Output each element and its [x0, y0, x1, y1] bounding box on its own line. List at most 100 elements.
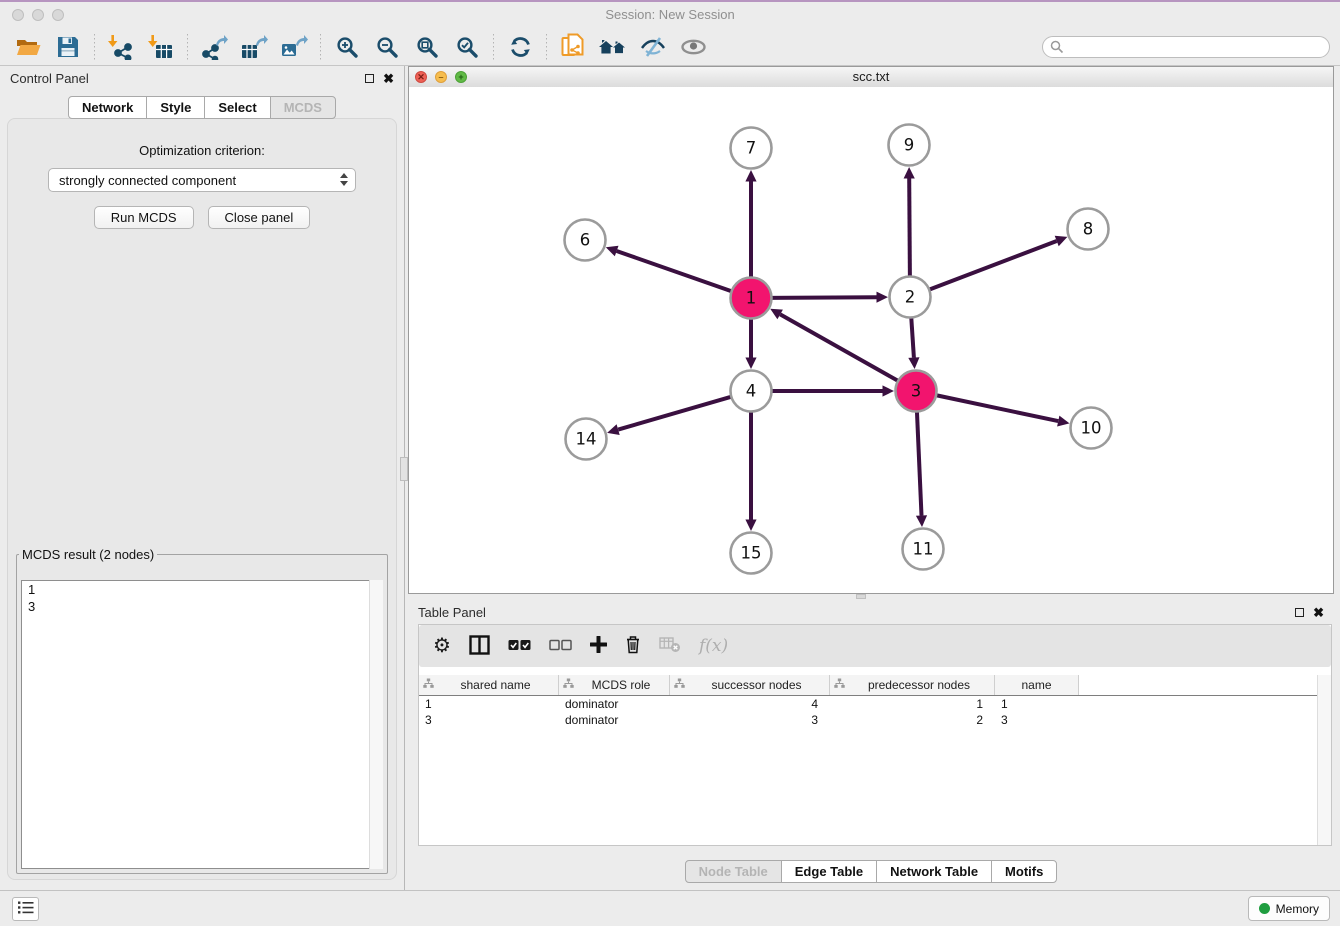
cell-successor-nodes[interactable]: 4	[670, 697, 830, 711]
cell-successor-nodes[interactable]: 3	[670, 713, 830, 727]
home-button[interactable]	[593, 32, 633, 62]
open-session-button[interactable]	[8, 32, 48, 62]
tab-network-table[interactable]: Network Table	[876, 860, 992, 883]
tab-node-table[interactable]: Node Table	[685, 860, 782, 883]
table-row[interactable]: 1dominator411	[419, 696, 1331, 712]
column-header-label: successor nodes	[688, 678, 825, 692]
column-header-label: shared name	[437, 678, 554, 692]
select-all-checkboxes-button[interactable]	[508, 639, 531, 654]
network-view-frame: ✕ – + scc.txt 7968124314101511	[408, 66, 1334, 594]
show-columns-button[interactable]	[469, 635, 490, 658]
close-panel-icon[interactable]: ✖	[1313, 606, 1324, 619]
frame-close-icon[interactable]: ✕	[415, 71, 427, 83]
edge-3-11[interactable]	[917, 411, 922, 516]
plus-icon	[590, 636, 607, 656]
vertical-splitter-handle[interactable]	[400, 457, 408, 481]
delete-column-button[interactable]	[625, 635, 641, 657]
column-header-predecessor-nodes[interactable]: predecessor nodes	[830, 675, 995, 695]
edge-4-14[interactable]	[618, 396, 732, 429]
deselect-all-checkboxes-button[interactable]	[549, 639, 572, 654]
tab-motifs[interactable]: Motifs	[991, 860, 1057, 883]
result-item[interactable]: 3	[22, 598, 382, 615]
float-panel-icon[interactable]	[1295, 608, 1304, 617]
cell-name[interactable]: 3	[995, 713, 1079, 727]
cell-mcds-role[interactable]: dominator	[559, 713, 670, 727]
frame-minimize-icon[interactable]: –	[435, 71, 447, 83]
edge-arrowhead	[606, 246, 619, 256]
tab-style[interactable]: Style	[146, 96, 205, 119]
graph-node-label: 8	[1083, 220, 1094, 239]
criterion-select[interactable]: strongly connected component	[48, 168, 356, 192]
network-canvas[interactable]: 7968124314101511	[409, 87, 1333, 593]
tab-select[interactable]: Select	[204, 96, 270, 119]
toolbar-separator	[320, 34, 321, 60]
export-image-button[interactable]	[274, 32, 314, 62]
mcds-result-list[interactable]: 13	[21, 580, 383, 869]
cell-name[interactable]: 1	[995, 697, 1079, 711]
edge-2-8[interactable]	[928, 241, 1056, 290]
window-title: Session: New Session	[0, 7, 1340, 22]
tab-edge-table[interactable]: Edge Table	[781, 860, 877, 883]
edge-2-3[interactable]	[911, 317, 914, 358]
add-column-button[interactable]	[590, 636, 607, 656]
table-row[interactable]: 3dominator323	[419, 712, 1331, 728]
result-item[interactable]: 1	[22, 581, 382, 598]
column-header-successor-nodes[interactable]: successor nodes	[670, 675, 830, 695]
close-panel-button[interactable]: Close panel	[208, 206, 311, 229]
table-options-button[interactable]: ⚙	[433, 636, 451, 656]
import-table-button[interactable]	[141, 32, 181, 62]
tab-network[interactable]: Network	[68, 96, 147, 119]
apply-layout-button[interactable]	[500, 32, 540, 62]
cell-shared-name[interactable]: 1	[419, 697, 559, 711]
search-icon	[1050, 40, 1064, 59]
export-table-button[interactable]	[234, 32, 274, 62]
cell-mcds-role[interactable]: dominator	[559, 697, 670, 711]
delete-table-button[interactable]	[659, 636, 681, 656]
export-network-button[interactable]	[194, 32, 234, 62]
control-panel-title: Control Panel	[10, 71, 89, 86]
clone-network-button[interactable]	[553, 32, 593, 62]
edge-1-6[interactable]	[617, 251, 733, 292]
column-header-shared-name[interactable]: shared name	[419, 675, 559, 695]
node-table-container: ⚙ f(x) shared name MCDS role successor nod…	[418, 624, 1332, 846]
import-network-button[interactable]	[101, 32, 141, 62]
cell-shared-name[interactable]: 3	[419, 713, 559, 727]
memory-button[interactable]: Memory	[1248, 896, 1330, 921]
edge-arrowhead	[745, 358, 756, 370]
column-header-name[interactable]: name	[995, 675, 1079, 695]
horizontal-splitter-handle[interactable]	[856, 594, 866, 599]
eye-slash-icon	[640, 35, 666, 59]
zoom-in-button[interactable]	[327, 32, 367, 62]
table-toolbar: ⚙ f(x)	[419, 625, 1331, 667]
table-scrollbar[interactable]	[1317, 675, 1331, 845]
result-scrollbar[interactable]	[369, 580, 383, 869]
edge-1-2[interactable]	[771, 297, 877, 298]
gear-icon: ⚙	[433, 636, 451, 656]
open-folder-icon	[15, 35, 42, 59]
search-input[interactable]	[1042, 36, 1330, 58]
export-image-icon	[281, 34, 308, 60]
save-session-button[interactable]	[48, 32, 88, 62]
edge-3-10[interactable]	[935, 395, 1058, 421]
show-graphics-details-button[interactable]	[673, 32, 713, 62]
zoom-fit-button[interactable]	[407, 32, 447, 62]
zoom-selected-button[interactable]	[447, 32, 487, 62]
run-mcds-button[interactable]: Run MCDS	[94, 206, 194, 229]
close-panel-icon[interactable]: ✖	[383, 72, 394, 85]
cell-predecessor-nodes[interactable]: 1	[830, 697, 995, 711]
edge-2-9[interactable]	[909, 179, 910, 278]
frame-maximize-icon[interactable]: +	[455, 71, 467, 83]
function-builder-button[interactable]: f(x)	[699, 636, 728, 656]
column-header-mcds-role[interactable]: MCDS role	[559, 675, 670, 695]
home-icon	[598, 35, 628, 59]
edge-3-1[interactable]	[780, 314, 899, 381]
task-history-button[interactable]	[12, 897, 39, 921]
graph-node-label: 4	[746, 382, 757, 401]
hide-graphics-details-button[interactable]	[633, 32, 673, 62]
search-container	[1042, 36, 1330, 58]
tab-mcds[interactable]: MCDS	[270, 96, 336, 119]
cell-predecessor-nodes[interactable]: 2	[830, 713, 995, 727]
float-panel-icon[interactable]	[365, 74, 374, 83]
zoom-out-button[interactable]	[367, 32, 407, 62]
fx-icon: f(x)	[699, 636, 728, 656]
